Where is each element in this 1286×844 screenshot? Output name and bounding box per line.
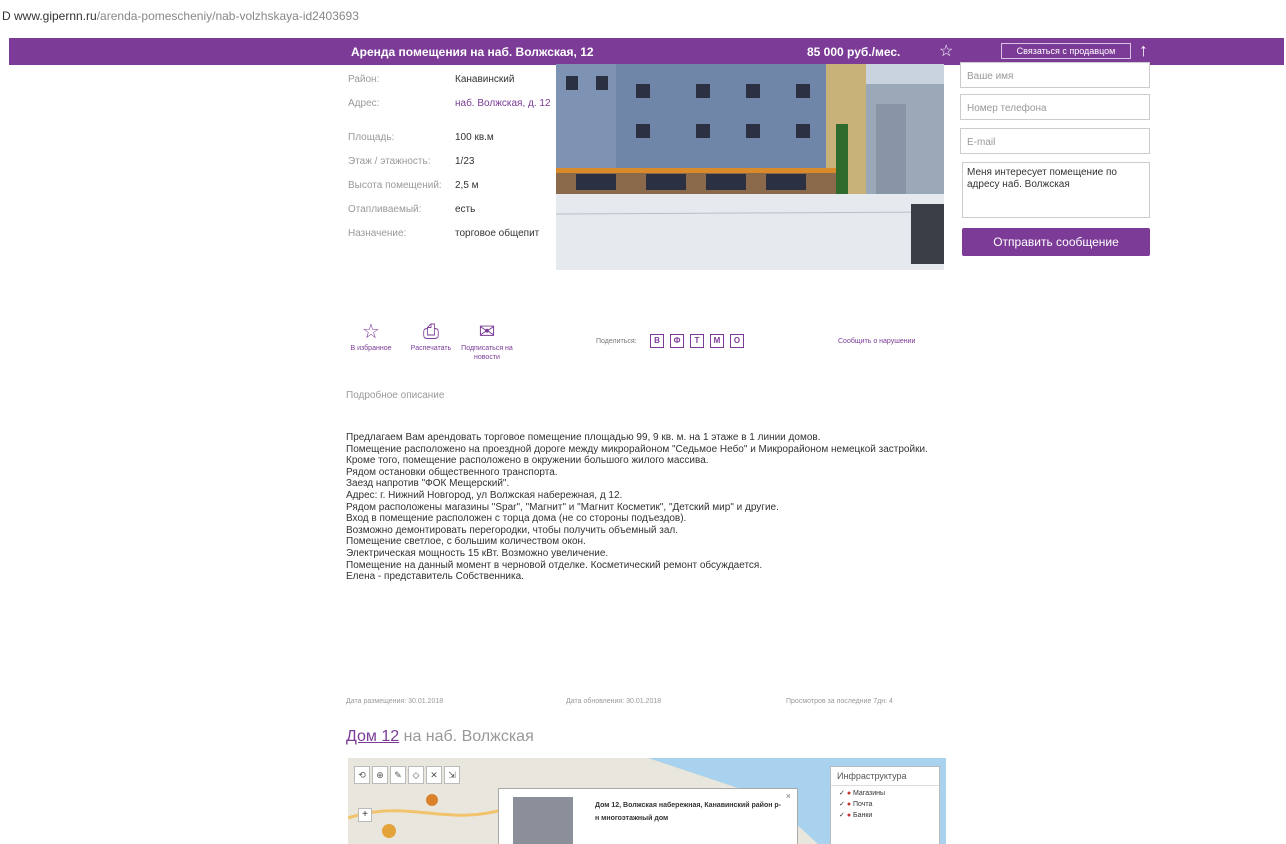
description-line: Кроме того, помещение расположено в окру… [346,455,709,467]
infra-item-label: Почта [853,801,873,808]
subscribe-label: Подписаться на новости [461,345,513,361]
property-key: Отапливаемый: [348,204,422,215]
infra-item-post[interactable]: ✓ ● Почта [831,797,939,808]
listing-toolbar: ☆ В избранное ⎙ Распечатать ✉ Подписатьс… [340,320,950,380]
add-to-favorites-button[interactable]: ☆ В избранное [340,320,402,353]
listing-title: Аренда помещения на наб. Волжская, 12 [351,45,594,59]
description-line: Электрическая мощность 15 кВт. Возможно … [346,547,609,559]
share-button-facebook[interactable]: Ф [670,334,684,348]
share-button-mailru[interactable]: М [710,334,724,348]
envelope-icon: ✉ [478,321,496,343]
published-date: Дата размещения: 30.01.2018 [346,698,444,705]
description-line: Елена - представитель Собственника. [346,571,524,583]
property-value: 2,5 м [455,180,479,191]
property-key: Адрес: [348,98,380,109]
description-line: Предлагаем Вам арендовать торговое помещ… [346,432,821,443]
description-line: Возможно демонтировать перегородки, чтоб… [346,524,679,536]
house-thumbnail [513,797,573,844]
listing-price: 85 000 руб./мес. [807,45,901,59]
map-tool-button[interactable]: ⇲ [444,766,460,784]
infra-item-shops[interactable]: ✓ ● Магазины [831,786,939,797]
property-key: Площадь: [348,132,395,143]
map-popup: Дом 12, Волжская набережная, Канавинский… [498,788,798,844]
share-button-ok[interactable]: О [730,334,744,348]
map-poi-marker[interactable] [426,794,438,806]
favorite-star-icon[interactable]: ☆ [939,41,953,61]
url-host: D www.gipernn.ru [2,9,97,23]
property-value: торговое общепит [455,228,540,239]
map-toolbar: ⟲ ⊕ ✎ ◇ ✕ ⇲ [354,766,460,786]
print-button[interactable]: ⎙ Распечатать [400,320,462,353]
share-label: Поделиться: [596,338,637,345]
favorites-label: В избранное [350,345,392,352]
infra-item-label: Магазины [853,790,886,797]
description-line: Заезд напротив "ФОК Мещерский". [346,478,510,490]
property-value: 100 кв.м [455,132,494,143]
map-zoom-in-button[interactable]: + [358,808,372,822]
map-tool-button[interactable]: ◇ [408,766,424,784]
description-line: Помещение расположено на проездной дорог… [346,443,928,455]
contact-seller-button[interactable]: Связаться с продавцом [1001,43,1131,59]
map-tool-button[interactable]: ✎ [390,766,406,784]
property-key: Район: [348,74,380,85]
updated-date: Дата обновления: 30.01.2018 [566,698,662,705]
share-button-twitter[interactable]: Т [690,334,704,348]
map-tool-button[interactable]: ⊕ [372,766,388,784]
share-button-vk[interactable]: В [650,334,664,348]
house-link[interactable]: Дом 12 [346,728,399,745]
message-textarea[interactable]: Меня интересует помещение по адресу наб.… [962,162,1150,218]
views-count: Просмотров за последние 7дн: 4 [786,698,893,705]
send-message-button[interactable]: Отправить сообщение [962,228,1150,256]
subscribe-button[interactable]: ✉ Подписаться на новости [456,320,518,362]
description-line: Помещение светлое, с большим количеством… [346,536,586,548]
property-photo[interactable] [556,64,944,270]
description-line: Рядом остановки общественного транспорта… [346,466,558,478]
pin-icon[interactable]: ↑ [1139,40,1148,61]
map-popup-text: Дом 12, Волжская набережная, Канавинский… [595,802,782,822]
building-photo-icon [556,64,944,270]
name-field[interactable]: Ваше имя [960,62,1150,88]
infrastructure-title: Инфраструктура [831,767,939,786]
email-field[interactable]: E-mail [960,128,1150,154]
property-value: есть [455,204,476,215]
description-text: Предлагаем Вам арендовать торговое помещ… [346,432,946,583]
map-poi-marker[interactable] [382,824,396,838]
description-line: Адрес: г. Нижний Новгород, ул Волжская н… [346,489,623,501]
map-tool-button[interactable]: ⟲ [354,766,370,784]
url-path: /arenda-pomescheniy/nab-volzhskaya-id240… [96,9,359,23]
infrastructure-panel: Инфраструктура ✓ ● Магазины ✓ ● Почта ✓ … [830,766,940,844]
map-tool-button[interactable]: ✕ [426,766,442,784]
property-key: Назначение: [348,228,407,239]
location-map[interactable]: ⟲ ⊕ ✎ ◇ ✕ ⇲ + Дом 12, Волжская набережная, Ка… [348,758,946,844]
description-heading: Подробное описание [346,390,445,401]
phone-field[interactable]: Номер телефона [960,94,1150,120]
property-key: Этаж / этажность: [348,156,431,167]
property-key: Высота помещений: [348,180,442,191]
house-heading: Дом 12 на наб. Волжская [346,728,534,746]
description-line: Вход в помещение расположен с торца дома… [346,513,687,525]
printer-icon: ⎙ [423,321,439,343]
description-line: Рядом расположены магазины "Spar", "Магн… [346,501,779,513]
star-icon: ☆ [362,321,380,343]
infra-item-banks[interactable]: ✓ ● Банки [831,808,939,819]
description-line: Помещение на данный момент в черновой от… [346,559,763,571]
close-icon[interactable]: × [786,791,791,801]
infra-item-label: Банки [853,812,873,819]
listing-header-bar: Аренда помещения на наб. Волжская, 12 85… [9,38,1284,65]
address-bar[interactable]: D www.gipernn.ru/arenda-pomescheniy/nab-… [0,0,1286,36]
print-label: Распечатать [410,345,452,352]
house-heading-rest: на наб. Волжская [399,728,534,745]
report-link[interactable]: Сообщить о нарушении [838,338,915,345]
property-value: 1/23 [455,156,475,167]
property-value: Канавинский [455,74,515,85]
property-value[interactable]: наб. Волжская, д. 12 [455,98,553,110]
